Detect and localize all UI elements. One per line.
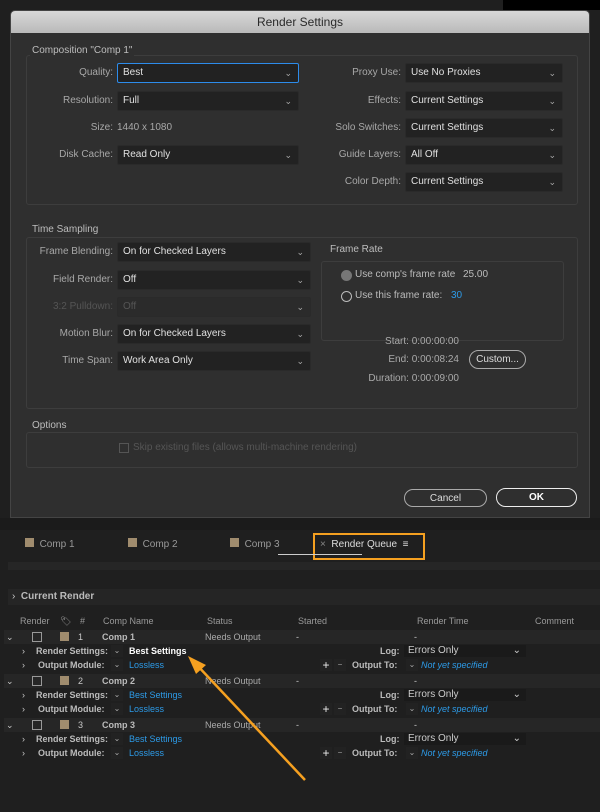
annotation-arrow [0, 0, 600, 812]
